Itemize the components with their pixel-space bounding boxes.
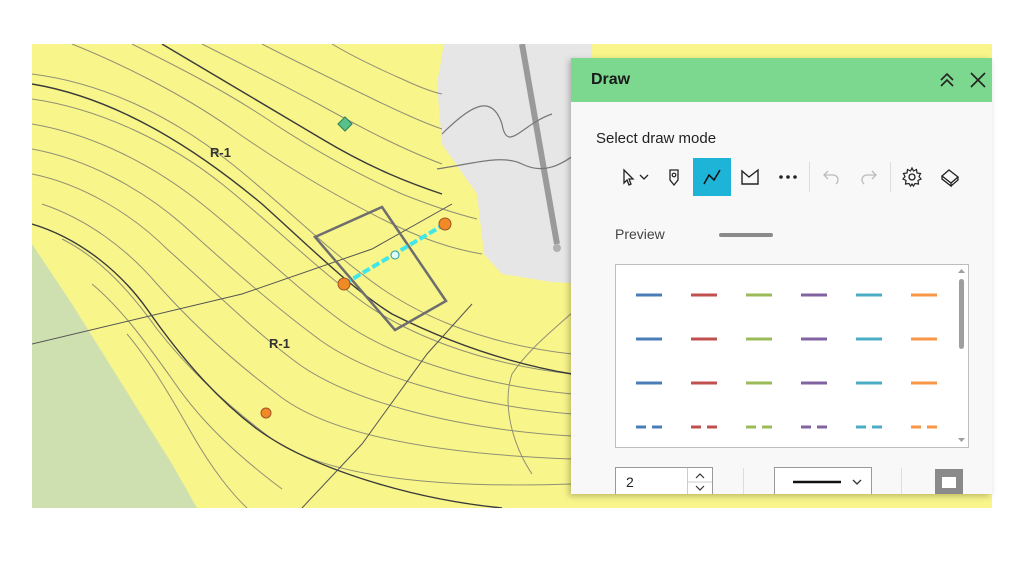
eraser-icon — [940, 169, 960, 188]
orange-point-marker[interactable] — [260, 407, 272, 419]
panel-header: Draw — [571, 58, 992, 102]
control-divider — [743, 468, 744, 494]
redo-button[interactable] — [850, 158, 888, 196]
cursor-icon — [623, 168, 649, 186]
toolbar-divider — [809, 162, 810, 192]
close-icon — [970, 72, 986, 88]
stepper-chevrons-icon — [688, 473, 712, 491]
collapse-button[interactable] — [935, 68, 959, 92]
stepper-arrows[interactable] — [687, 468, 712, 494]
select-tool-button[interactable] — [611, 158, 655, 196]
scrollbar-thumb[interactable] — [959, 279, 964, 349]
undo-icon — [823, 170, 839, 185]
settings-button[interactable] — [893, 158, 931, 196]
vertex-mid[interactable] — [390, 250, 400, 260]
line-width-value: 2 — [626, 474, 634, 490]
green-diamond-marker[interactable] — [337, 116, 353, 132]
panel-title: Draw — [591, 71, 631, 88]
control-divider — [901, 468, 902, 494]
gray-zone — [437, 44, 592, 284]
preview-label: Preview — [615, 226, 665, 242]
zone-label: R-1 — [210, 145, 231, 160]
draw-panel: Draw Select draw mode Preview 2 — [571, 58, 992, 494]
line-style-dropdown[interactable] — [774, 467, 872, 494]
eraser-button[interactable] — [931, 158, 969, 196]
line-swatches[interactable] — [616, 265, 968, 447]
redo-icon — [861, 170, 877, 185]
fill-swatch-icon — [935, 469, 963, 494]
gear-icon — [902, 166, 922, 188]
scroll-down-arrow[interactable] — [958, 438, 965, 442]
draw-toolbar — [611, 158, 969, 196]
more-tools-button[interactable] — [769, 158, 807, 196]
point-tool-button[interactable] — [655, 158, 693, 196]
fill-color-button[interactable] — [935, 469, 963, 494]
solid-line-icon — [793, 479, 862, 485]
selected-rectangle[interactable] — [312, 205, 448, 332]
road-end — [553, 244, 561, 252]
scroll-up-arrow[interactable] — [958, 269, 965, 273]
vertex-start[interactable] — [337, 277, 351, 291]
toolbar-divider — [890, 162, 891, 192]
line-style-gallery[interactable] — [615, 264, 969, 448]
zone-label: R-1 — [269, 336, 290, 351]
undo-button[interactable] — [812, 158, 850, 196]
double-chevron-up-icon — [940, 72, 954, 87]
polyline-icon — [703, 169, 721, 185]
map-pin-icon — [669, 169, 679, 187]
select-draw-mode-label: Select draw mode — [596, 130, 717, 147]
preview-line — [719, 233, 773, 237]
green-zone — [32, 244, 197, 508]
ellipsis-icon — [779, 175, 797, 179]
line-width-stepper[interactable]: 2 — [615, 467, 713, 494]
polygon-icon — [741, 168, 759, 185]
vertex-end[interactable] — [438, 217, 452, 231]
polyline-tool-button[interactable] — [693, 158, 731, 196]
polygon-tool-button[interactable] — [731, 158, 769, 196]
close-button[interactable] — [966, 68, 990, 92]
